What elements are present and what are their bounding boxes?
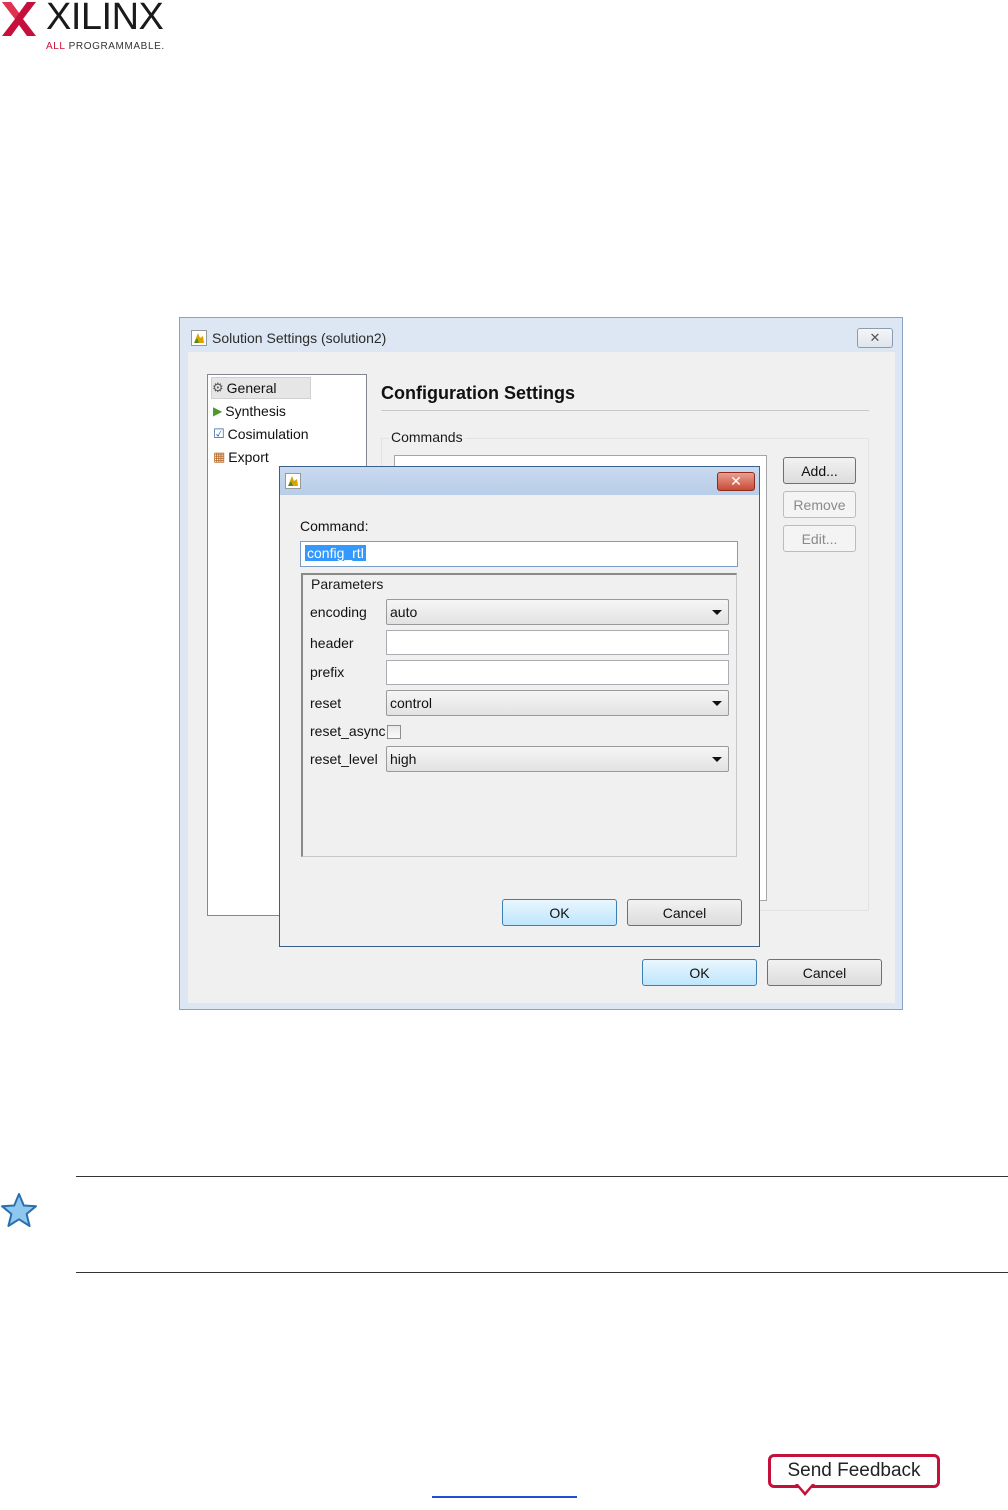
close-button[interactable]: ✕ bbox=[857, 328, 893, 348]
command-cancel-button[interactable]: Cancel bbox=[627, 899, 742, 926]
gear-icon: ⚙ bbox=[212, 380, 224, 395]
tree-item-synthesis[interactable]: ▶ Synthesis bbox=[213, 401, 286, 421]
remove-button[interactable]: Remove bbox=[783, 491, 856, 518]
play-icon: ▶ bbox=[213, 404, 223, 418]
header-label: header bbox=[310, 635, 354, 651]
note-bottom-rule bbox=[76, 1272, 1008, 1273]
chevron-down-icon bbox=[712, 701, 722, 706]
reset-label: reset bbox=[310, 695, 342, 711]
logo-wordmark: XILINX bbox=[46, 0, 164, 38]
star-icon bbox=[1, 1193, 37, 1227]
tree-item-export[interactable]: ▦ Export bbox=[213, 447, 269, 467]
title-divider bbox=[381, 410, 869, 411]
dialog-title: Solution Settings (solution2) bbox=[212, 330, 387, 346]
reset-async-label: reset_async bbox=[310, 723, 386, 739]
footer-link[interactable] bbox=[432, 1496, 577, 1498]
command-label: Command: bbox=[300, 518, 369, 534]
command-dialog-titlebar bbox=[280, 467, 759, 495]
commands-label: Commands bbox=[389, 429, 465, 445]
chevron-down-icon bbox=[712, 757, 722, 762]
reset-select[interactable]: control bbox=[386, 690, 729, 716]
close-icon: ✕ bbox=[730, 473, 742, 489]
reset-level-select[interactable]: high bbox=[386, 746, 729, 772]
reset-level-label: reset_level bbox=[310, 751, 378, 767]
page-title: Configuration Settings bbox=[381, 383, 575, 403]
app-icon bbox=[285, 473, 301, 489]
edit-button[interactable]: Edit... bbox=[783, 525, 856, 552]
tree-item-cosimulation[interactable]: ☑ Cosimulation bbox=[213, 424, 309, 444]
xilinx-logo-icon bbox=[2, 2, 36, 36]
tree-item-general[interactable]: ⚙ General bbox=[211, 377, 312, 399]
command-value: config_rtl bbox=[305, 545, 366, 561]
ok-button[interactable]: OK bbox=[642, 959, 757, 986]
prefix-field[interactable] bbox=[386, 660, 729, 685]
chevron-down-icon bbox=[712, 610, 722, 615]
close-icon: ✕ bbox=[869, 330, 881, 345]
app-icon bbox=[191, 330, 207, 346]
parameters-label: Parameters bbox=[309, 576, 386, 592]
header-field[interactable] bbox=[386, 630, 729, 655]
logo-tagline: ALL PROGRAMMABLE. bbox=[46, 41, 165, 52]
encoding-select[interactable]: auto bbox=[386, 599, 729, 625]
prefix-label: prefix bbox=[310, 664, 345, 680]
checkbox-icon: ☑ bbox=[213, 426, 225, 441]
export-icon: ▦ bbox=[213, 449, 226, 464]
feedback-tail-fill bbox=[798, 1484, 812, 1492]
add-button[interactable]: Add... bbox=[783, 457, 856, 484]
command-ok-button[interactable]: OK bbox=[502, 899, 617, 926]
encoding-label: encoding bbox=[310, 604, 367, 620]
cancel-button[interactable]: Cancel bbox=[767, 959, 882, 986]
command-dialog-close-button[interactable]: ✕ bbox=[717, 472, 755, 491]
send-feedback-button[interactable]: Send Feedback bbox=[768, 1454, 940, 1488]
reset-async-checkbox[interactable] bbox=[387, 725, 401, 739]
note-top-rule bbox=[76, 1176, 1008, 1177]
